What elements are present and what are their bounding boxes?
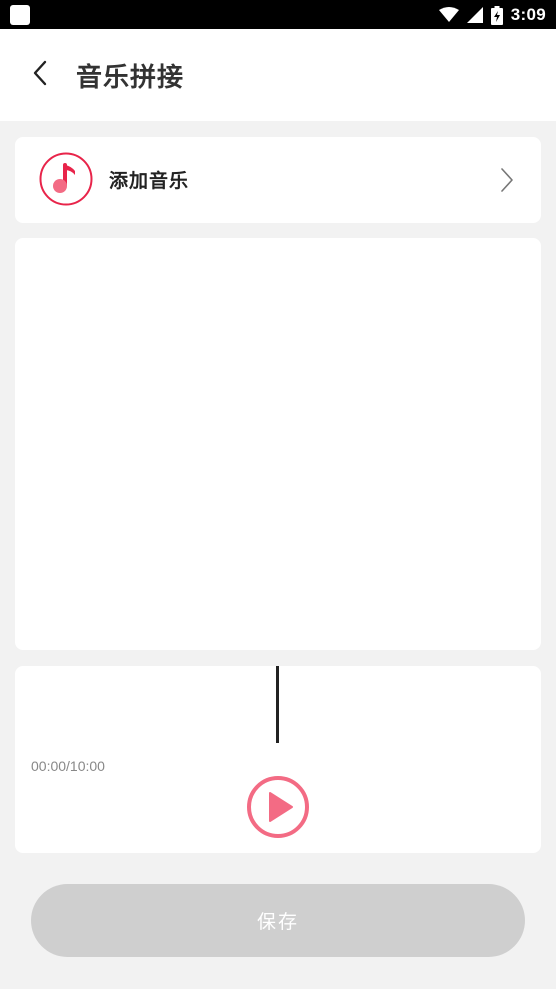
play-button[interactable] [246,775,310,839]
wifi-icon [438,7,459,22]
battery-charging-icon [490,5,503,25]
header: 音乐拼接 [0,29,556,121]
status-time: 3:09 [510,5,546,24]
playhead[interactable] [276,666,279,743]
add-music-label: 添加音乐 [109,170,190,192]
audio-track-area [15,238,541,650]
status-right-cluster: 3:09 [438,4,546,26]
chevron-right-icon [501,168,513,192]
back-button[interactable] [20,51,60,95]
add-music-row[interactable]: 添加音乐 [15,137,541,223]
play-icon [247,776,309,838]
music-note-icon [39,152,93,206]
page-title: 音乐拼接 [76,63,185,93]
time-readout: 00:00/10:00 [31,758,105,774]
status-bar: 3:09 [0,0,556,29]
app-square-icon [10,5,30,25]
save-button[interactable]: 保存 [31,884,525,957]
signal-icon [466,7,483,23]
chevron-left-icon [33,60,47,86]
player-panel: 00:00/10:00 [15,666,541,853]
